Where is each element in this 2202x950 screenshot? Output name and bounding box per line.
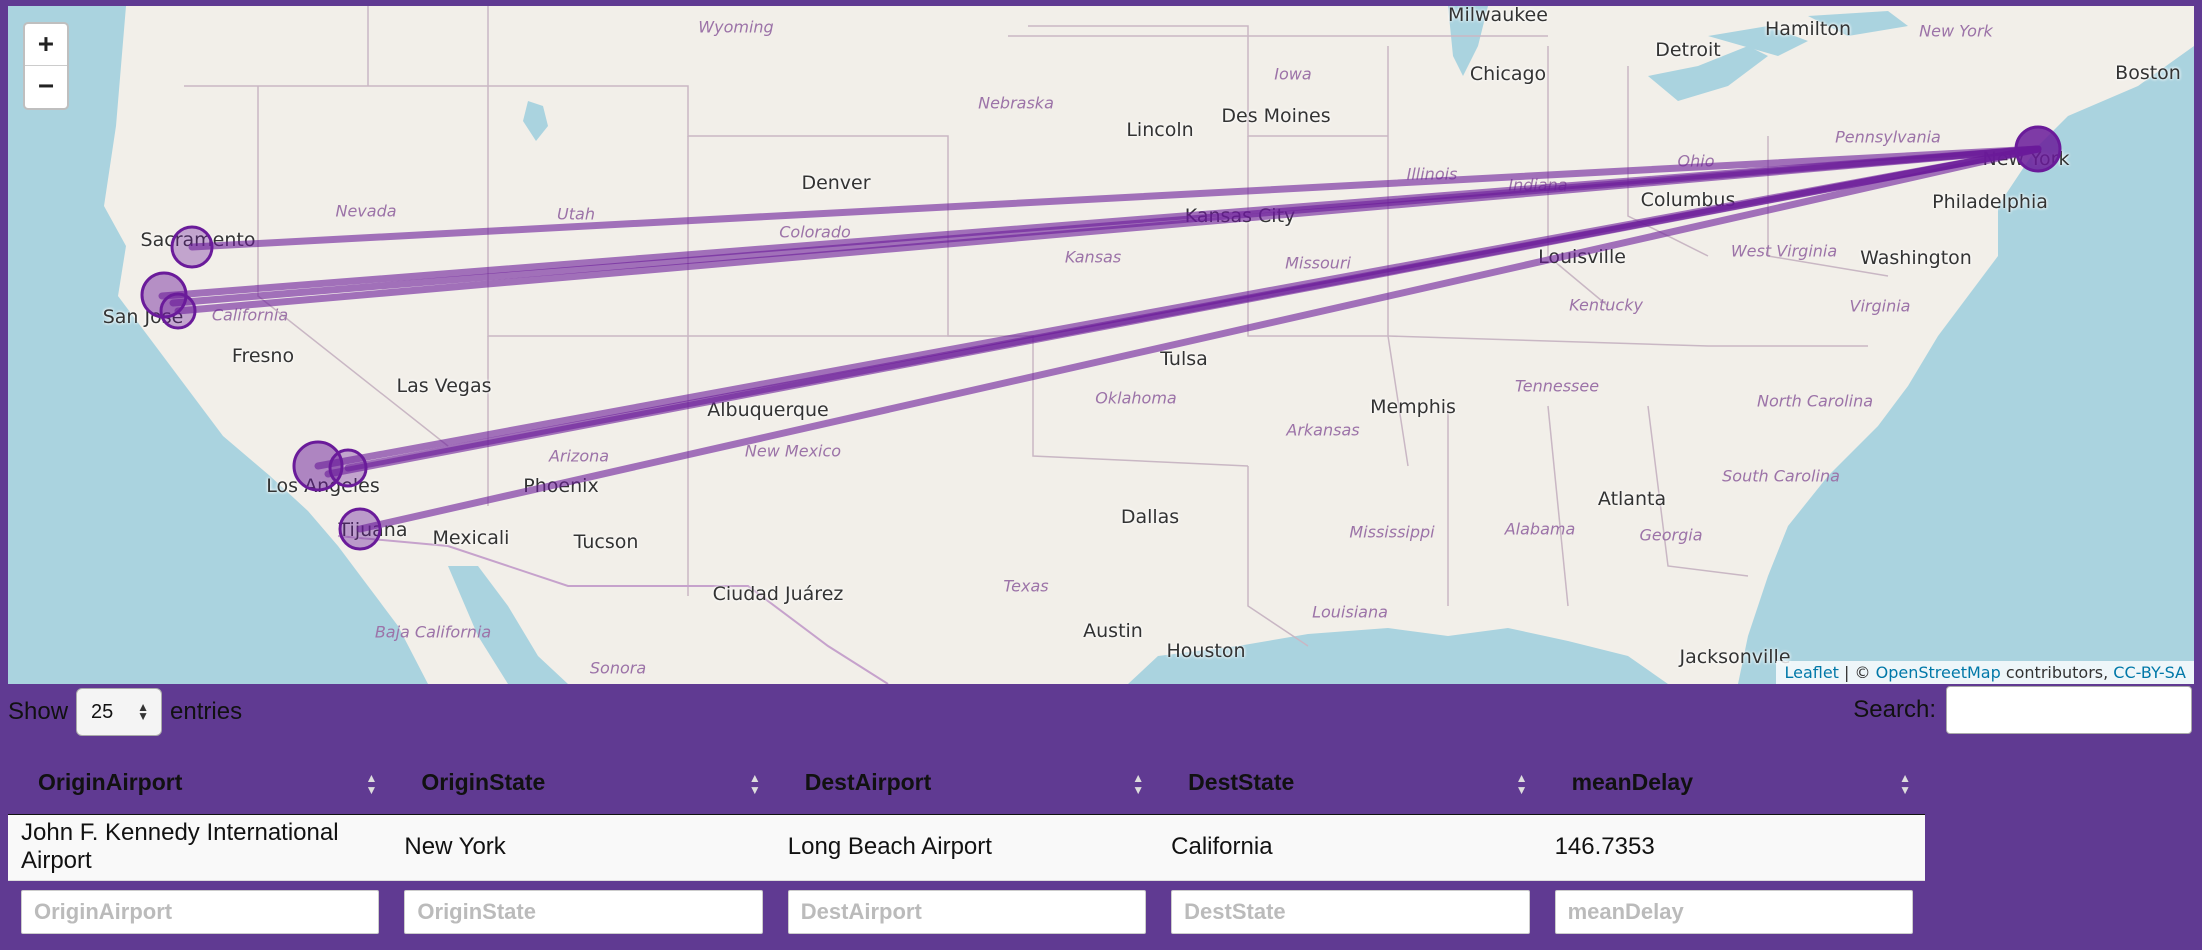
route-line[interactable] (169, 145, 2042, 307)
entries-value: 25 (91, 700, 114, 723)
table-row[interactable]: John F. Kennedy International Airport Ne… (8, 813, 1925, 881)
column-header-mean-delay[interactable]: meanDelay ▲ ▼ (1542, 752, 1925, 814)
column-header-label: OriginAirport (38, 769, 183, 796)
length-control: Show 25 ▲ ▼ entries (8, 684, 242, 740)
entries-select[interactable]: 25 ▲ ▼ (76, 688, 163, 736)
filter-origin-airport[interactable] (21, 890, 380, 935)
column-header-origin-airport[interactable]: OriginAirport ▲ ▼ (8, 752, 391, 814)
show-label: Show (8, 698, 69, 725)
dest-marker[interactable] (338, 507, 382, 551)
entries-label: entries (170, 698, 243, 725)
attribution-contributors: contributors, (2000, 663, 2114, 682)
zoom-out-button[interactable]: − (25, 66, 67, 108)
sort-icon: ▲ ▼ (748, 771, 761, 797)
dest-marker[interactable] (159, 292, 197, 330)
zoom-in-button[interactable]: + (25, 24, 67, 66)
search-label: Search: (1853, 696, 1936, 723)
search-control: Search: (1853, 686, 2192, 734)
dest-marker[interactable] (328, 448, 368, 488)
origin-marker[interactable] (2014, 125, 2062, 173)
filter-dest-airport[interactable] (787, 890, 1147, 935)
cell-mean-delay: 146.7353 (1541, 813, 1925, 881)
table-controls: Show 25 ▲ ▼ entries Search: (0, 684, 2202, 742)
sort-icon: ▲ ▼ (365, 771, 378, 797)
zoom-control: + − (23, 22, 69, 110)
route-line[interactable] (356, 145, 2042, 533)
cell-dest-airport: Long Beach Airport (774, 813, 1159, 881)
map-attribution: Leaflet | © OpenStreetMap contributors, … (1776, 661, 2194, 684)
cell-dest-state: California (1158, 813, 1542, 881)
license-link[interactable]: CC-BY-SA (2113, 663, 2186, 682)
sort-icon: ▲ ▼ (1132, 771, 1145, 797)
attribution-separator: | © (1838, 663, 1876, 682)
search-input[interactable] (1946, 686, 2192, 734)
leaflet-link[interactable]: Leaflet (1784, 663, 1838, 682)
route-layer (140, 125, 2062, 551)
select-arrows-icon: ▲ ▼ (137, 700, 150, 723)
osm-link[interactable]: OpenStreetMap (1876, 663, 2001, 682)
filter-dest-state[interactable] (1171, 890, 1530, 935)
column-header-label: meanDelay (1571, 769, 1694, 796)
filter-row (8, 880, 1925, 944)
cell-origin-state: New York (391, 813, 775, 881)
sort-icon: ▲ ▼ (1899, 771, 1911, 797)
filter-origin-state[interactable] (404, 890, 763, 935)
column-header-label: DestAirport (804, 769, 932, 796)
column-header-label: OriginState (421, 769, 546, 796)
column-header-origin-state[interactable]: OriginState ▲ ▼ (391, 752, 774, 814)
column-header-dest-airport[interactable]: DestAirport ▲ ▼ (775, 752, 1158, 814)
column-header-label: DestState (1188, 769, 1295, 796)
sort-icon: ▲ ▼ (1515, 771, 1528, 797)
cell-origin-airport: John F. Kennedy International Airport (8, 813, 392, 881)
map[interactable]: Wyoming New York Iowa Nebraska Pennsylvania N… (8, 6, 2194, 684)
header-row: OriginAirport ▲ ▼ OriginState ▲ ▼ DestAirpor… (8, 752, 1925, 814)
data-table: OriginAirport ▲ ▼ OriginState ▲ ▼ DestAirpor… (8, 752, 1925, 944)
dest-marker[interactable] (170, 225, 214, 269)
filter-mean-delay[interactable] (1554, 890, 1913, 935)
column-header-dest-state[interactable]: DestState ▲ ▼ (1158, 752, 1541, 814)
